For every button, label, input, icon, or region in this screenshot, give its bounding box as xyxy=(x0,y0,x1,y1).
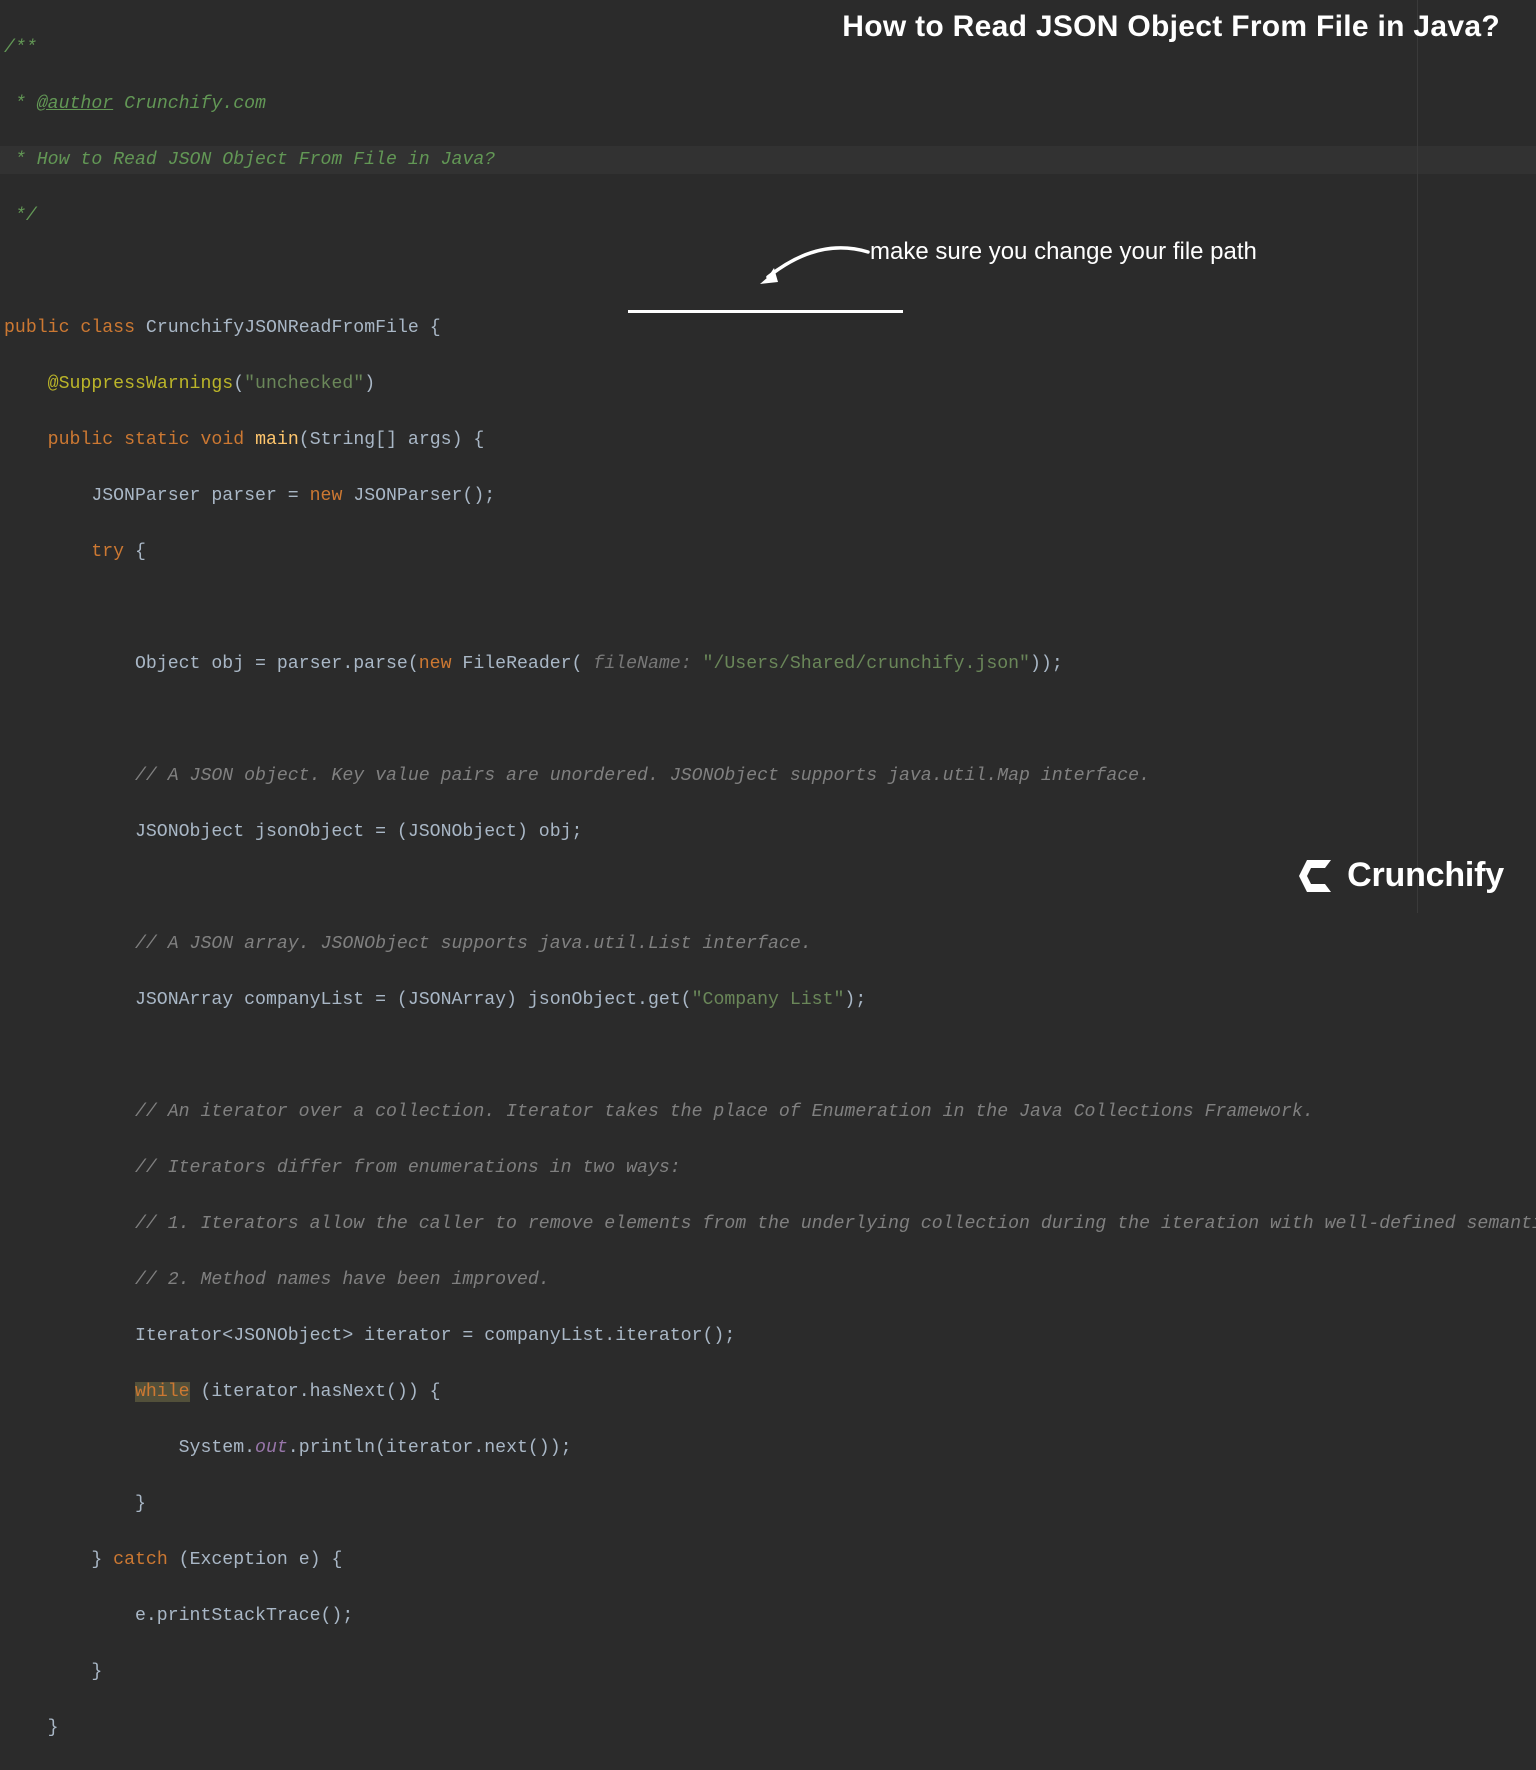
comment-iterator-3: // 1. Iterators allow the caller to remo… xyxy=(4,1214,1536,1234)
javadoc-author: * @author Crunchify.com xyxy=(4,94,266,114)
page-title: How to Read JSON Object From File in Jav… xyxy=(842,10,1500,44)
main-method-signature: public static void main(String[] args) { xyxy=(0,426,1536,454)
method-close: } xyxy=(4,1718,59,1738)
comment-iterator-2: // Iterators differ from enumerations in… xyxy=(4,1158,681,1178)
println-line: System.out.println(iterator.next()); xyxy=(0,1434,1536,1462)
iterator-declaration: Iterator<JSONObject> iterator = companyL… xyxy=(4,1326,735,1346)
crunchify-icon xyxy=(1297,858,1337,894)
try-block-open: try { xyxy=(0,538,1536,566)
comment-json-array: // A JSON array. JSONObject supports jav… xyxy=(4,934,812,954)
print-stack-trace: e.printStackTrace(); xyxy=(4,1606,353,1626)
brand-logo-area: Crunchify xyxy=(1297,856,1504,895)
editor-right-margin xyxy=(1417,0,1418,913)
javadoc-close: */ xyxy=(4,206,37,226)
javadoc-title: * How to Read JSON Object From File in J… xyxy=(4,150,495,170)
javadoc-open: /** xyxy=(4,38,37,58)
company-list-line: JSONArray companyList = (JSONArray) json… xyxy=(0,986,1536,1014)
comment-iterator-1: // An iterator over a collection. Iterat… xyxy=(4,1102,1314,1122)
parse-file-line: Object obj = parser.parse(new FileReader… xyxy=(0,650,1536,678)
parser-declaration: JSONParser parser = new JSONParser(); xyxy=(0,482,1536,510)
file-path-annotation: make sure you change your file path xyxy=(870,238,1257,266)
jsonobject-cast-line: JSONObject jsonObject = (JSONObject) obj… xyxy=(4,822,582,842)
file-path-underline xyxy=(628,310,903,313)
catch-block-open: } catch (Exception e) { xyxy=(0,1546,1536,1574)
comment-json-object: // A JSON object. Key value pairs are un… xyxy=(4,766,1150,786)
brand-name: Crunchify xyxy=(1347,856,1504,895)
suppress-warnings: @SuppressWarnings("unchecked") xyxy=(0,370,1536,398)
file-path-string: "/Users/Shared/crunchify.json" xyxy=(703,654,1030,674)
while-loop-open: while (iterator.hasNext()) { xyxy=(0,1378,1536,1406)
while-loop-close: } xyxy=(4,1494,146,1514)
comment-iterator-4: // 2. Method names have been improved. xyxy=(4,1270,550,1290)
catch-block-close: } xyxy=(4,1662,102,1682)
class-declaration: public class CrunchifyJSONReadFromFile { xyxy=(0,314,1536,342)
